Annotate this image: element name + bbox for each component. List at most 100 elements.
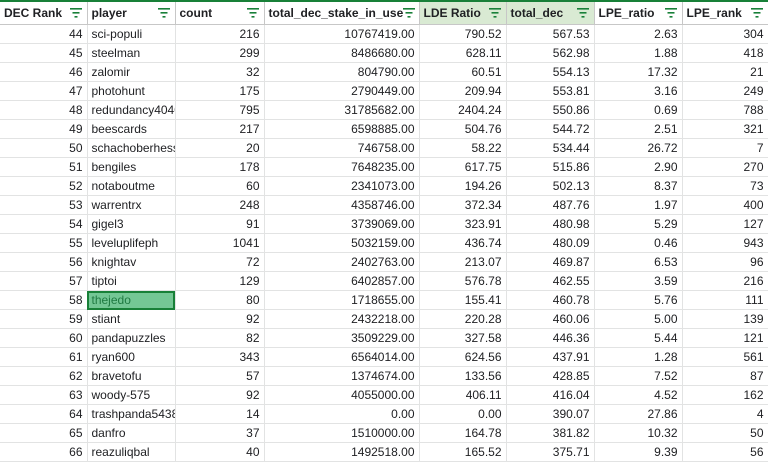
cell-lde-ratio[interactable]: 2404.24 (419, 100, 507, 120)
cell-count[interactable]: 72 (175, 252, 265, 272)
cell-total-dec[interactable]: 428.85 (506, 366, 595, 386)
cell-lpe-rank[interactable]: 162 (682, 385, 768, 405)
filter-icon[interactable] (750, 6, 764, 20)
cell-lpe-ratio[interactable]: 8.37 (594, 176, 683, 196)
cell-count[interactable]: 248 (175, 195, 265, 215)
cell-count[interactable]: 32 (175, 62, 265, 82)
cell-player[interactable]: thejedo (87, 290, 176, 310)
cell-dec-rank[interactable]: 53 (0, 195, 88, 215)
cell-total-dec[interactable]: 515.86 (506, 157, 595, 177)
cell-total-dec[interactable]: 446.36 (506, 328, 595, 348)
cell-total-dec[interactable]: 487.76 (506, 195, 595, 215)
cell-player[interactable]: trashpanda5438 (87, 404, 176, 424)
cell-player[interactable]: knightav (87, 252, 176, 272)
cell-lpe-rank[interactable]: 561 (682, 347, 768, 367)
cell-total-dec[interactable]: 553.81 (506, 81, 595, 101)
cell-lde-ratio[interactable]: 323.91 (419, 214, 507, 234)
cell-lpe-rank[interactable]: 121 (682, 328, 768, 348)
cell-total-dec[interactable]: 416.04 (506, 385, 595, 405)
column-header-total-dec[interactable]: total_dec (506, 1, 595, 25)
cell-dec-rank[interactable]: 51 (0, 157, 88, 177)
cell-lde-ratio[interactable]: 164.78 (419, 423, 507, 443)
cell-dec-rank[interactable]: 47 (0, 81, 88, 101)
cell-dec-rank[interactable]: 45 (0, 43, 88, 63)
cell-player[interactable]: danfro (87, 423, 176, 443)
cell-player[interactable]: ryan600 (87, 347, 176, 367)
cell-count[interactable]: 343 (175, 347, 265, 367)
cell-lpe-rank[interactable]: 304 (682, 24, 768, 44)
cell-lde-ratio[interactable]: 60.51 (419, 62, 507, 82)
cell-total-dec-stake-in-use[interactable]: 0.00 (264, 404, 420, 424)
cell-dec-rank[interactable]: 57 (0, 271, 88, 291)
cell-count[interactable]: 57 (175, 366, 265, 386)
cell-player[interactable]: leveluplifeph (87, 233, 176, 253)
cell-player[interactable]: gigel3 (87, 214, 176, 234)
cell-total-dec-stake-in-use[interactable]: 6564014.00 (264, 347, 420, 367)
cell-lpe-ratio[interactable]: 5.00 (594, 309, 683, 329)
cell-dec-rank[interactable]: 49 (0, 119, 88, 139)
cell-count[interactable]: 1041 (175, 233, 265, 253)
filter-icon[interactable] (246, 6, 260, 20)
cell-lde-ratio[interactable]: 406.11 (419, 385, 507, 405)
cell-dec-rank[interactable]: 66 (0, 442, 88, 462)
filter-icon[interactable] (576, 6, 590, 20)
cell-lpe-ratio[interactable]: 7.52 (594, 366, 683, 386)
cell-lpe-ratio[interactable]: 27.86 (594, 404, 683, 424)
cell-count[interactable]: 129 (175, 271, 265, 291)
cell-total-dec[interactable]: 554.13 (506, 62, 595, 82)
cell-lde-ratio[interactable]: 790.52 (419, 24, 507, 44)
cell-total-dec-stake-in-use[interactable]: 3509229.00 (264, 328, 420, 348)
cell-total-dec-stake-in-use[interactable]: 4358746.00 (264, 195, 420, 215)
cell-player[interactable]: bravetofu (87, 366, 176, 386)
cell-lpe-ratio[interactable]: 0.69 (594, 100, 683, 120)
column-header-lde-ratio[interactable]: LDE Ratio (419, 1, 507, 25)
cell-lpe-rank[interactable]: 4 (682, 404, 768, 424)
cell-lde-ratio[interactable]: 372.34 (419, 195, 507, 215)
cell-player[interactable]: pandapuzzles (87, 328, 176, 348)
cell-player[interactable]: warrentrx (87, 195, 176, 215)
cell-count[interactable]: 178 (175, 157, 265, 177)
cell-dec-rank[interactable]: 63 (0, 385, 88, 405)
cell-lde-ratio[interactable]: 617.75 (419, 157, 507, 177)
cell-lpe-rank[interactable]: 321 (682, 119, 768, 139)
cell-lde-ratio[interactable]: 155.41 (419, 290, 507, 310)
cell-dec-rank[interactable]: 61 (0, 347, 88, 367)
cell-dec-rank[interactable]: 46 (0, 62, 88, 82)
cell-total-dec-stake-in-use[interactable]: 31785682.00 (264, 100, 420, 120)
cell-total-dec-stake-in-use[interactable]: 4055000.00 (264, 385, 420, 405)
cell-lpe-rank[interactable]: 111 (682, 290, 768, 310)
cell-lde-ratio[interactable]: 220.28 (419, 309, 507, 329)
cell-total-dec-stake-in-use[interactable]: 2402763.00 (264, 252, 420, 272)
cell-total-dec-stake-in-use[interactable]: 1718655.00 (264, 290, 420, 310)
cell-lpe-rank[interactable]: 56 (682, 442, 768, 462)
cell-player[interactable]: notaboutme (87, 176, 176, 196)
cell-dec-rank[interactable]: 59 (0, 309, 88, 329)
cell-count[interactable]: 92 (175, 385, 265, 405)
cell-total-dec-stake-in-use[interactable]: 6402857.00 (264, 271, 420, 291)
cell-lpe-rank[interactable]: 418 (682, 43, 768, 63)
cell-total-dec-stake-in-use[interactable]: 5032159.00 (264, 233, 420, 253)
cell-lpe-rank[interactable]: 249 (682, 81, 768, 101)
cell-lpe-rank[interactable]: 139 (682, 309, 768, 329)
cell-player[interactable]: reazuliqbal (87, 442, 176, 462)
cell-lpe-ratio[interactable]: 26.72 (594, 138, 683, 158)
cell-total-dec[interactable]: 567.53 (506, 24, 595, 44)
cell-lde-ratio[interactable]: 0.00 (419, 404, 507, 424)
cell-dec-rank[interactable]: 64 (0, 404, 88, 424)
cell-lpe-rank[interactable]: 270 (682, 157, 768, 177)
cell-total-dec[interactable]: 562.98 (506, 43, 595, 63)
cell-player[interactable]: zalomir (87, 62, 176, 82)
cell-total-dec-stake-in-use[interactable]: 2341073.00 (264, 176, 420, 196)
cell-total-dec-stake-in-use[interactable]: 1374674.00 (264, 366, 420, 386)
cell-count[interactable]: 175 (175, 81, 265, 101)
cell-total-dec[interactable]: 502.13 (506, 176, 595, 196)
filter-icon[interactable] (664, 6, 678, 20)
cell-lde-ratio[interactable]: 133.56 (419, 366, 507, 386)
cell-lpe-ratio[interactable]: 1.97 (594, 195, 683, 215)
cell-lpe-ratio[interactable]: 2.90 (594, 157, 683, 177)
cell-count[interactable]: 217 (175, 119, 265, 139)
cell-lpe-rank[interactable]: 788 (682, 100, 768, 120)
cell-lpe-ratio[interactable]: 4.52 (594, 385, 683, 405)
cell-lpe-ratio[interactable]: 6.53 (594, 252, 683, 272)
cell-dec-rank[interactable]: 44 (0, 24, 88, 44)
